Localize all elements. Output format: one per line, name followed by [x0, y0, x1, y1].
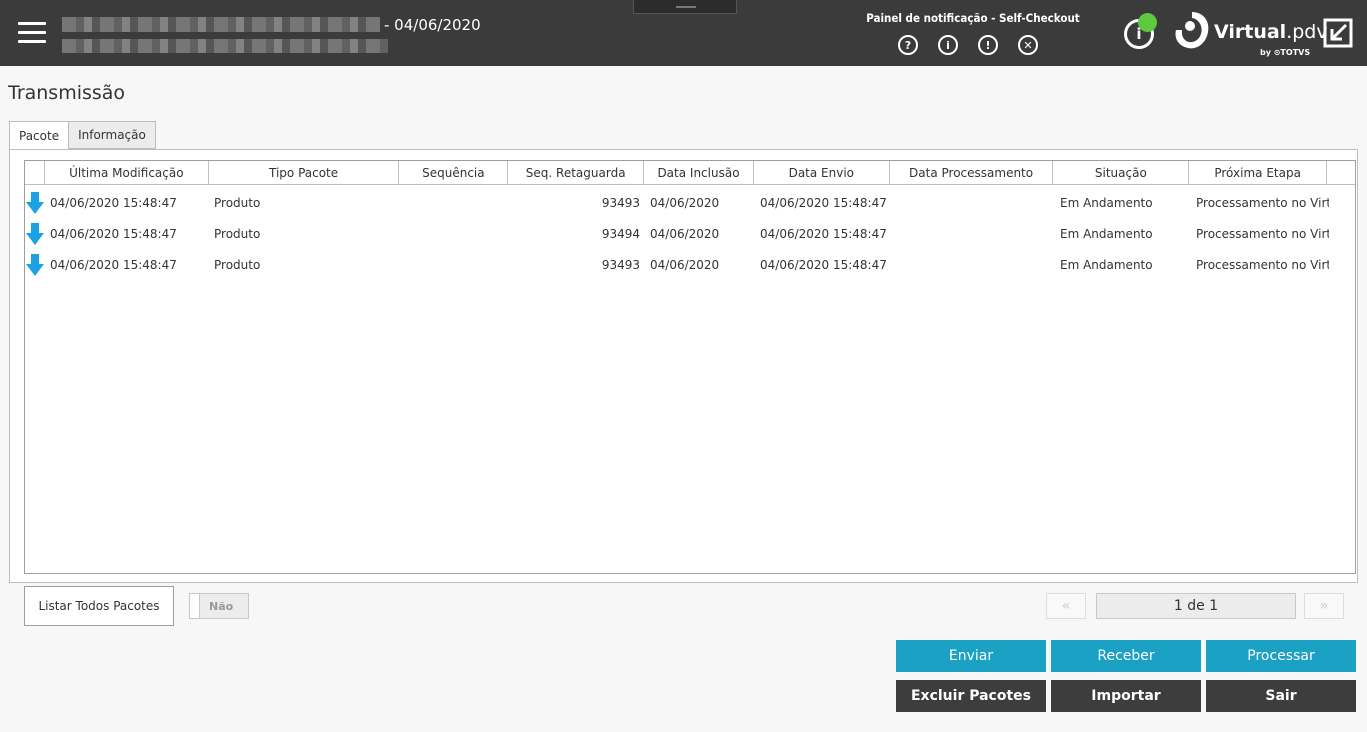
column-header[interactable]: Última Modificação — [45, 161, 209, 184]
cell-proxima: Processamento no Virtua — [1196, 226, 1329, 241]
hamburger-menu-icon[interactable] — [18, 22, 46, 44]
row-indicator-header — [25, 161, 45, 184]
info-icon[interactable]: i — [938, 35, 958, 55]
cell-seq-ret: 93494 — [601, 226, 640, 241]
page-title: Transmissão — [8, 82, 126, 104]
excluir-pacotes-button[interactable]: Excluir Pacotes — [896, 680, 1046, 712]
table-row[interactable]: 04/06/2020 15:48:47 Produto 93493 04/06/202… — [25, 249, 1355, 280]
cell-situacao: Em Andamento — [1060, 226, 1153, 241]
pager-first-button[interactable]: « — [1046, 593, 1086, 619]
receber-button[interactable]: Receber — [1051, 640, 1201, 672]
cell-ultima: 04/06/2020 15:48:47 — [50, 226, 177, 241]
cell-envio: 04/06/2020 15:48:47 — [760, 226, 887, 241]
redacted-store-name — [62, 17, 380, 32]
cell-situacao: Em Andamento — [1060, 195, 1153, 210]
column-header[interactable]: Tipo Pacote — [209, 161, 400, 184]
column-header[interactable]: Próxima Etapa — [1189, 161, 1328, 184]
cell-envio: 04/06/2020 15:48:47 — [760, 257, 887, 272]
cell-envio: 04/06/2020 15:48:47 — [760, 195, 887, 210]
enviar-button[interactable]: Enviar — [896, 640, 1046, 672]
cell-inclusao: 04/06/2020 — [650, 195, 720, 210]
tab-informacao[interactable]: Informação — [68, 121, 156, 149]
warning-icon[interactable]: ! — [978, 35, 998, 55]
error-icon[interactable]: ✕ — [1018, 35, 1038, 55]
header-date: - 04/06/2020 — [384, 16, 481, 34]
notification-panel-title: Painel de notificação - Self-Checkout — [866, 11, 1080, 25]
grid-body: 04/06/2020 15:48:47 Produto 93493 04/06/202… — [25, 187, 1355, 280]
sair-button[interactable]: Sair — [1206, 680, 1356, 712]
toggle-label: Não — [209, 600, 234, 613]
redacted-store-info — [62, 39, 388, 53]
column-header[interactable]: Seq. Retaguarda — [508, 161, 645, 184]
download-arrow-icon — [25, 253, 45, 277]
download-arrow-icon — [25, 191, 45, 215]
packages-grid: Última Modificação Tipo Pacote Sequência Se… — [24, 160, 1356, 574]
cell-seq-ret: 93493 — [601, 195, 640, 210]
importar-button[interactable]: Importar — [1051, 680, 1201, 712]
column-header[interactable]: Data Inclusão — [644, 161, 754, 184]
table-row[interactable]: 04/06/2020 15:48:47 Produto 93494 04/06/202… — [25, 218, 1355, 249]
download-arrow-icon — [25, 222, 45, 246]
tab-bar: Pacote Informação — [9, 121, 156, 150]
cell-seq-ret: 93493 — [601, 257, 640, 272]
header-filler — [1327, 161, 1355, 184]
cell-tipo: Produto — [214, 226, 261, 241]
cell-inclusao: 04/06/2020 — [650, 257, 720, 272]
column-header[interactable]: Situação — [1053, 161, 1190, 184]
list-all-packages-button[interactable]: Listar Todos Pacotes — [24, 586, 174, 626]
column-header[interactable]: Data Envio — [754, 161, 890, 184]
cell-proxima: Processamento no Virtua — [1196, 195, 1329, 210]
window-drag-handle[interactable] — [633, 0, 737, 14]
column-header[interactable]: Sequência — [399, 161, 509, 184]
restore-window-icon[interactable] — [1322, 17, 1354, 49]
pager-last-button[interactable]: » — [1304, 593, 1344, 619]
list-all-toggle[interactable]: Não — [189, 593, 249, 619]
grid-header: Última Modificação Tipo Pacote Sequência Se… — [25, 161, 1355, 185]
toggle-knob — [190, 594, 200, 618]
column-header[interactable]: Data Processamento — [890, 161, 1054, 184]
cell-ultima: 04/06/2020 15:48:47 — [50, 257, 177, 272]
table-row[interactable]: 04/06/2020 15:48:47 Produto 93493 04/06/202… — [25, 187, 1355, 218]
tab-pacote[interactable]: Pacote — [9, 121, 70, 150]
logo-mark-icon — [1175, 12, 1209, 49]
cell-proxima: Processamento no Virtua — [1196, 257, 1329, 272]
cell-tipo: Produto — [214, 195, 261, 210]
cell-ultima: 04/06/2020 15:48:47 — [50, 195, 177, 210]
title-bar: - 04/06/2020 Painel de notificação - Sel… — [0, 0, 1367, 66]
cell-inclusao: 04/06/2020 — [650, 226, 720, 241]
pager-info: 1 de 1 — [1096, 593, 1296, 619]
cell-situacao: Em Andamento — [1060, 257, 1153, 272]
help-icon[interactable]: ? — [898, 35, 918, 55]
notification-icons: ? i! ✕ — [898, 35, 1038, 55]
online-status-dot — [1138, 13, 1157, 32]
virtual-pdv-logo: Virtual.pdv by ⊙TOTVS — [1172, 8, 1328, 60]
processar-button[interactable]: Processar — [1206, 640, 1356, 672]
cell-tipo: Produto — [214, 257, 261, 272]
